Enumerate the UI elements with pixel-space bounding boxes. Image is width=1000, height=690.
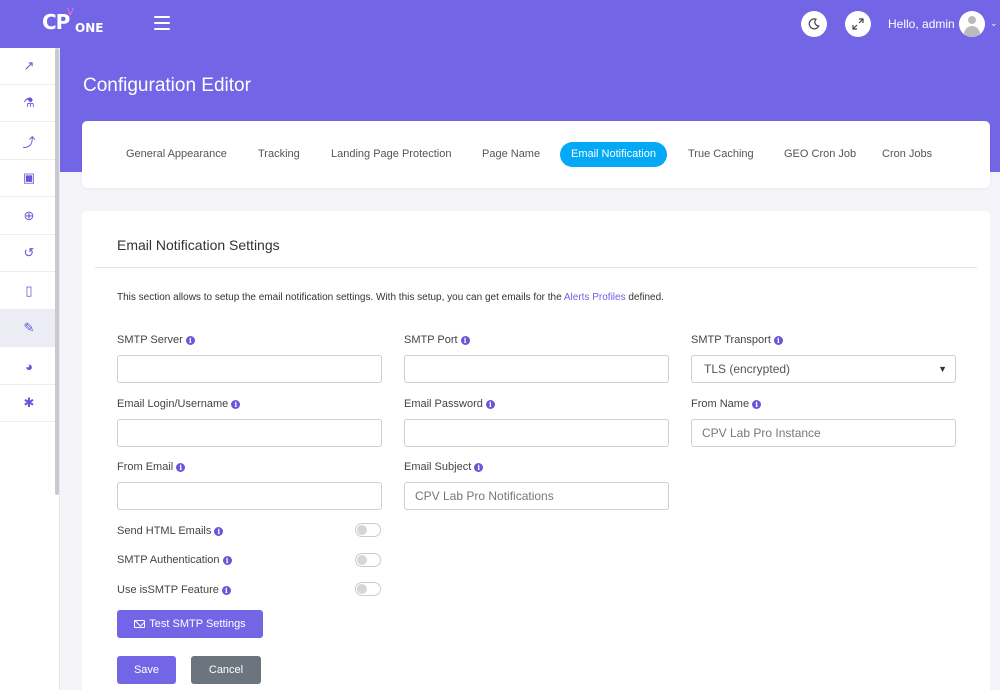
sidebar-item-wrench[interactable]: ✎ [0, 310, 58, 347]
settings-title: Email Notification Settings [117, 237, 280, 253]
sidebar-item-globe[interactable]: ⊕ [0, 198, 58, 235]
tab-general-appearance[interactable]: General Appearance [126, 142, 227, 167]
trend-icon: ⤴ [22, 134, 36, 150]
sidebar-item-clipboard[interactable]: ▯ [0, 273, 58, 310]
flask-icon: ⚗ [23, 95, 35, 110]
email-login-input[interactable] [117, 419, 382, 447]
sidebar-item-history[interactable]: ↺ [0, 235, 58, 272]
smtp-server-label: SMTP Server i [117, 334, 195, 346]
tab-landing-page-protection[interactable]: Landing Page Protection [331, 142, 451, 167]
chevron-down-icon[interactable]: ⌄ [990, 18, 998, 29]
from-name-label: From Name i [691, 398, 762, 410]
logo[interactable]: CP V ONE [42, 7, 103, 35]
globe-icon: ⊕ [23, 208, 35, 223]
test-smtp-label: Test SMTP Settings [149, 618, 246, 630]
expand-icon[interactable] [845, 11, 871, 37]
info-icon[interactable]: i [185, 336, 195, 345]
smtp-authentication-label: SMTP Authentication i [117, 554, 232, 566]
tab-geo-cron-job[interactable]: GEO Cron Job [784, 142, 856, 167]
sidebar-item-flask[interactable]: ⚗ [0, 85, 58, 122]
info-icon[interactable]: i [214, 527, 224, 536]
use-issmtp-label: Use isSMTP Feature i [117, 584, 231, 596]
logo-accent-text: V [67, 7, 74, 18]
email-subject-input[interactable] [404, 482, 669, 510]
description-text-before: This section allows to setup the email n… [117, 292, 564, 303]
tab-tracking[interactable]: Tracking [258, 142, 300, 167]
save-button[interactable]: Save [117, 656, 176, 684]
info-icon[interactable]: i [773, 336, 783, 345]
from-email-input[interactable] [117, 482, 382, 510]
send-html-emails-toggle[interactable] [355, 523, 381, 537]
tab-email-notification[interactable]: Email Notification [560, 142, 667, 167]
info-icon[interactable]: i [231, 400, 241, 409]
smtp-transport-label: SMTP Transport i [691, 334, 783, 346]
info-icon[interactable]: i [485, 400, 495, 409]
email-password-label: Email Password i [404, 398, 495, 410]
clipboard-icon: ▯ [25, 283, 33, 298]
smtp-transport-value: TLS (encrypted) [704, 362, 791, 376]
test-smtp-button[interactable]: Test SMTP Settings [117, 610, 263, 638]
smtp-server-input[interactable] [117, 355, 382, 383]
pie-chart-icon: ◕ [25, 358, 33, 374]
settings-description: This section allows to setup the email n… [117, 292, 664, 303]
from-email-label: From Email i [117, 461, 186, 473]
tab-page-name[interactable]: Page Name [482, 142, 540, 167]
sidebar: ↗ ⚗ ⤴ ▣ ⊕ ↺ ▯ ✎ ◕ ✱ [0, 48, 60, 690]
sidebar-item-trend[interactable]: ⤴ [0, 123, 58, 160]
smtp-transport-select[interactable]: TLS (encrypted) ▼ [691, 355, 956, 383]
history-icon: ↺ [23, 245, 35, 260]
sidebar-item-chart-line[interactable]: ↗ [0, 48, 58, 85]
tabs-card: General Appearance Tracking Landing Page… [82, 121, 990, 188]
send-html-emails-label: Send HTML Emails i [117, 525, 224, 537]
sidebar-item-gift[interactable]: ✱ [0, 385, 58, 422]
avatar[interactable] [959, 11, 985, 37]
alerts-profiles-link[interactable]: Alerts Profiles [564, 292, 626, 303]
divider [95, 267, 977, 268]
page-title: Configuration Editor [83, 75, 251, 96]
info-icon[interactable]: i [474, 463, 484, 472]
info-icon[interactable]: i [460, 336, 470, 345]
sidebar-item-pie-chart[interactable]: ◕ [0, 348, 58, 385]
info-icon[interactable]: i [752, 400, 762, 409]
email-password-input[interactable] [404, 419, 669, 447]
wrench-icon: ✎ [23, 320, 35, 335]
envelope-icon [134, 620, 146, 628]
logo-main-text: CP [42, 10, 70, 34]
cancel-button[interactable]: Cancel [191, 656, 261, 684]
description-text-after: defined. [625, 292, 664, 303]
email-subject-label: Email Subject i [404, 461, 484, 473]
hamburger-icon[interactable] [154, 16, 170, 30]
briefcase-icon: ▣ [22, 170, 36, 185]
gift-icon: ✱ [23, 395, 35, 410]
info-icon[interactable]: i [176, 463, 186, 472]
info-icon[interactable]: i [221, 586, 231, 595]
logo-sub-text: ONE [75, 21, 104, 35]
email-login-label: Email Login/Username i [117, 398, 241, 410]
top-bar: CP V ONE Hello, admin ⌄ [0, 0, 1000, 48]
smtp-port-label: SMTP Port i [404, 334, 470, 346]
moon-icon[interactable] [801, 11, 827, 37]
chevron-down-icon: ▼ [938, 364, 947, 374]
sidebar-item-briefcase[interactable]: ▣ [0, 160, 58, 197]
chart-line-icon: ↗ [23, 58, 35, 73]
sidebar-scrollbar[interactable] [55, 48, 59, 495]
smtp-port-input[interactable] [404, 355, 669, 383]
tab-cron-jobs[interactable]: Cron Jobs [882, 142, 932, 167]
user-greeting[interactable]: Hello, admin [888, 17, 955, 31]
smtp-authentication-toggle[interactable] [355, 553, 381, 567]
from-name-input[interactable] [691, 419, 956, 447]
info-icon[interactable]: i [222, 556, 232, 565]
tab-true-caching[interactable]: True Caching [688, 142, 754, 167]
use-issmtp-toggle[interactable] [355, 582, 381, 596]
